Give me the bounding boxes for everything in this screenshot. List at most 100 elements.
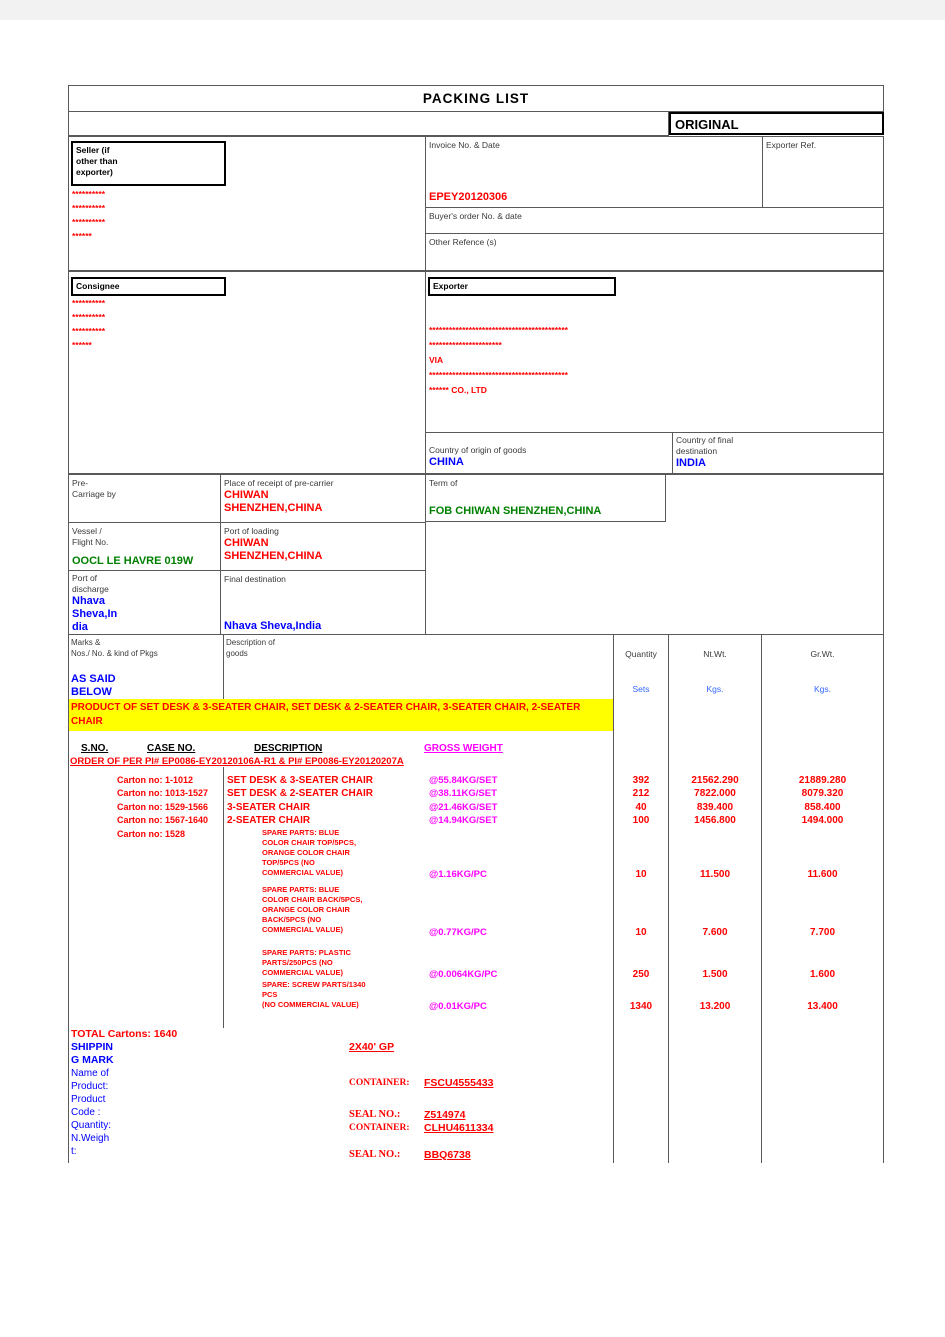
footer-qty-cell [613,1027,669,1163]
spare-grossweight: 11.600 [807,868,838,880]
place-receipt-label: Place of receipt of pre-carrier [224,477,334,488]
spare-caseno: Carton no: 1528 [117,828,186,839]
consignee-label: Consignee [71,276,226,296]
spare-rate: @0.0064KG/PC [429,968,498,980]
netweight-header-label: Nt.Wt. [703,648,727,659]
seller-label: Seller (if other than exporter) [71,140,226,186]
port-discharge-label: Port of discharge [72,572,109,594]
seal-value: BBQ6738 [424,1148,471,1161]
pre-carriage-cell: Pre- Carriage by [68,473,221,523]
banner-nw-cell [668,698,762,731]
country-origin-value: CHINA [429,455,464,468]
item-description: 3-SEATER CHAIR [227,801,311,813]
footer-left-cell: TOTAL Cartons: 1640 SHIPPIN G MARK Name … [68,1027,614,1163]
item-caseno-list: Carton no: 1-1012 Carton no: 1013-1527 C… [69,767,223,828]
seller-lines: ********** ********** ********** ****** [72,188,106,241]
spare-netweight-cell: 11.500 7.600 1.500 13.200 [668,827,762,1028]
spare-grossweight: 13.400 [807,1000,838,1012]
place-receipt-cell: Place of receipt of pre-carrier CHIWAN S… [220,473,426,523]
container-size: 2X40' GP [349,1040,395,1053]
exporter-ref-label: Exporter Ref. [766,139,817,150]
subheader-nw-cell [668,730,762,767]
spare-description: SPARE PARTS: BLUE COLOR CHAIR BACK/5PCS,… [262,884,363,934]
final-destination-label: Final destination [224,573,286,584]
spare-netweight: 13.200 [699,1000,731,1012]
grossweight-unit-cell: Kgs. [761,672,884,699]
item-description-cell: SET DESK & 3-SEATER CHAIR SET DESK & 2-S… [223,766,614,828]
consignee-exporter-table: Consignee ********** ********** ********… [68,270,884,474]
spare-quantity: 10 [635,926,647,938]
item-caseno: Carton no: 1-1012 [117,774,194,785]
seal-label: SEAL NO.: [349,1108,401,1120]
container-value: CLHU4611334 [424,1121,494,1134]
item-grossweight: 21889.280 [798,774,847,786]
seller-cell: Seller (if other than exporter) ********… [68,135,426,271]
seller-invoice-table: Seller (if other than exporter) ********… [68,135,884,271]
subheader-sno: S.NO. [81,742,109,754]
page-title: PACKING LIST [68,85,884,112]
footer-field: Quantity: [71,1119,112,1131]
shipment-details-table: Pre- Carriage by Place of receipt of pre… [68,473,884,635]
quantity-header-label: Quantity [625,648,657,659]
subheader-grossweight: GROSS WEIGHT [424,742,503,754]
header-title-table: PACKING LIST ORIGINAL [68,85,884,136]
other-reference-cell: Other Refence (s) [425,232,884,271]
subheader-description: DESCRIPTION [254,742,323,754]
consignee-cell: Consignee ********** ********** ********… [68,270,426,474]
vessel-cell: Vessel / Flight No. OOCL LE HAVRE 019W [68,521,221,571]
invoice-cell: Invoice No. & Date EPEY20120306 [425,135,763,208]
other-reference-label: Other Refence (s) [429,236,497,247]
item-caseno-cell: Carton no: 1-1012 Carton no: 1013-1527 C… [68,766,224,828]
subheader-qty-cell [613,730,669,767]
marks-header-label: Marks & Nos./ No. & kind of Pkgs [71,637,158,658]
spare-rate: @0.77KG/PC [429,926,487,938]
term-value: FOB CHIWAN SHENZHEN,CHINA [429,504,602,517]
spare-description-cell: SPARE PARTS: BLUE COLOR CHAIR TOP/5PCS, … [223,827,614,1028]
item-grossweight: 1494.000 [801,815,844,826]
item-rate: @14.94KG/SET [429,815,498,826]
term-label: Term of [429,477,458,488]
goods-table: Marks & Nos./ No. & kind of Pkgs Descrip… [68,634,884,1163]
spare-quantity: 10 [635,868,647,880]
spare-netweight: 11.500 [699,868,731,880]
vessel-value: OOCL LE HAVRE 019W [72,554,194,567]
description-header-label: Description of goods [226,637,275,658]
port-loading-value: CHIWAN SHENZHEN,CHINA [224,536,323,562]
port-loading-cell: Port of loading CHIWAN SHENZHEN,CHINA [220,521,426,571]
item-rate: @21.46KG/SET [429,801,498,813]
spare-rate: @1.16KG/PC [429,868,487,880]
netweight-unit: Kgs. [706,683,724,694]
pre-carriage-label: Pre- Carriage by [72,477,116,499]
description-header-cell: Description of goods [223,634,614,673]
product-banner: PRODUCT OF SET DESK & 3-SEATER CHAIR, SE… [71,701,581,727]
invoice-value: EPEY20120306 [429,190,508,203]
item-grossweight: 8079.320 [801,788,844,799]
total-cartons: TOTAL Cartons: 1640 [71,1027,178,1040]
item-quantity: 100 [632,815,650,826]
spare-description: SPARE: SCREW PARTS/1340 PCS (NO COMMERCI… [262,979,366,1009]
copy-type-badge: ORIGINAL [669,112,884,135]
grossweight-header-label: Gr.Wt. [810,648,835,659]
consignee-lines: ********** ********** ********** ****** [72,297,106,350]
buyer-order-cell: Buyer's order No. & date [425,206,884,234]
country-final-cell: Country of final destination INDIA [672,431,884,474]
title-blank-cell [68,111,669,136]
item-netweight-cell: 21562.290 7822.000 839.400 1456.800 [668,766,762,828]
netweight-unit-cell: Kgs. [668,672,762,699]
item-quantity: 392 [632,774,650,786]
seal-label: SEAL NO.: [349,1148,401,1160]
spare-quantity: 250 [632,968,650,980]
item-quantity: 212 [632,788,650,799]
item-netweight: 21562.290 [691,774,739,786]
subheader-cell: S.NO. CASE NO. DESCRIPTION GROSS WEIGHT … [68,730,614,767]
item-description: SET DESK & 3-SEATER CHAIR [227,774,373,786]
item-netweight: 7822.000 [694,788,736,799]
marks-value-cell: AS SAID BELOW [68,672,224,699]
term-cell: Term of FOB CHIWAN SHENZHEN,CHINA [425,473,884,635]
item-rate: @55.84KG/SET [429,774,498,786]
exporter-ref-cell: Exporter Ref. [762,135,884,208]
buyer-order-label: Buyer's order No. & date [429,210,522,221]
spare-grossweight: 7.700 [809,926,836,938]
spare-grossweight-cell: 11.600 7.700 1.600 13.400 [761,827,884,1028]
spare-rate: @0.01KG/PC [429,1000,487,1012]
